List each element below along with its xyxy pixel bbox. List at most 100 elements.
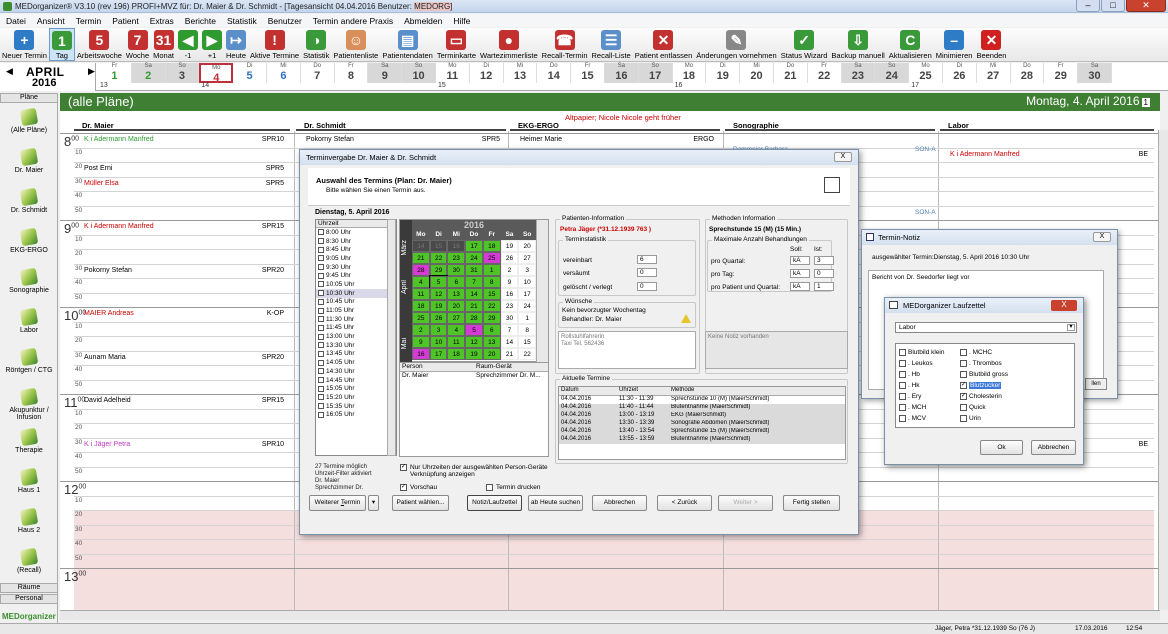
mini-calendar-day[interactable]: 1 [518,312,537,324]
patientenliste-button[interactable]: ☺ Patientenliste [331,28,380,61]
mini-calendar-day[interactable]: 17 [429,348,448,360]
mini-calendar-day[interactable]: 10 [429,336,448,348]
day-cell[interactable]: So 24 [875,63,910,83]
mini-calendar-day[interactable]: 15 [482,288,501,300]
lab-test-item[interactable]: ✓ Cholesterin [960,391,1008,402]
sidebar-item-labor[interactable]: Labor [0,307,58,334]
mini-calendar-day[interactable]: 29 [429,264,448,276]
statistik-button[interactable]: ◑ Statistik [301,28,331,61]
time-slot[interactable]: 15:35 Uhr [316,402,396,411]
lab-test-item[interactable]: Urin [960,413,1008,424]
mini-calendar-day[interactable]: 12 [465,336,483,348]
day-cell[interactable]: Mo 11 [436,63,470,83]
day-cell[interactable]: Mi 6 [267,63,301,83]
day-cell[interactable]: So 17 [638,63,673,83]
menu-item-termin[interactable]: Termin [70,14,107,27]
appointment[interactable]: Pokorny Stefan SPR20 [84,267,286,274]
day-cell[interactable]: Fr 15 [571,63,605,83]
day-cell[interactable]: Do 14 [537,63,572,83]
day-cell[interactable]: Di 19 [706,63,741,83]
time-slot[interactable]: 8:00 Uhr [316,228,396,237]
mini-calendar-scrollbar[interactable] [536,220,548,363]
menu-item-ansicht[interactable]: Ansicht [31,14,70,27]
mini-calendar-day[interactable]: 28 [412,264,430,276]
time-slot[interactable]: 14:30 Uhr [316,367,396,376]
mini-calendar-day[interactable]: 2 [500,264,519,276]
lab-slip-close-button[interactable]: X [1051,300,1077,311]
mini-calendar-day[interactable]: 21 [412,252,430,264]
preview-checkbox[interactable]: ✓ Vorschau [400,484,437,491]
terminkarte-button[interactable]: ▭ Terminkarte [435,28,478,61]
appointment[interactable]: K i Adermann Manfred BE [950,151,1150,158]
current-appointment-row[interactable]: 04.04.2016 13:40 - 13:54 Sprechstunde 15 (… [559,428,845,436]
menu-item-abmelden[interactable]: Abmelden [398,14,447,27]
mini-calendar-day[interactable]: 14 [500,336,519,348]
lab-test-item[interactable]: Blutbild gross [960,369,1008,380]
appointment[interactable]: K i Jäger Petra SPR10 [84,441,286,448]
choose-patient-button[interactable]: Patient wählen... [392,495,449,511]
time-slot[interactable]: 9:45 Uhr [316,271,396,280]
prev-month-icon[interactable]: ◀ [6,66,13,77]
appointment[interactable]: Heimer Marie ERGO [520,136,716,143]
woche-button[interactable]: 7 Woche [124,28,151,61]
day-cell[interactable]: Sa 9 [368,63,403,83]
mini-calendar-day[interactable]: 28 [465,312,483,324]
day-cell[interactable]: Mi 27 [977,63,1011,83]
menu-item-termin-andere-praxis[interactable]: Termin andere Praxis [307,14,398,27]
next-appointment-dropdown-icon[interactable]: ▾ [368,495,379,511]
beenden-button[interactable]: ✕ Beenden [974,28,1008,61]
appointment[interactable]: K i Adermann Manfred SPR15 [84,223,286,230]
menu-item-berichte[interactable]: Berichte [179,14,221,27]
day-cell[interactable]: Mo 4 [199,63,234,84]
appointment[interactable]: David Adelheid SPR15 [84,397,286,404]
mini-calendar-day[interactable]: 10 [518,276,537,288]
close-window-button[interactable]: ✕ [1126,0,1166,12]
mini-calendar-day[interactable]: 16 [412,348,430,360]
mini-calendar-day[interactable]: 22 [482,300,501,312]
menu-item-benutzer[interactable]: Benutzer [262,14,307,27]
current-appointment-row[interactable]: 04.04.2016 11:30 - 11:39 Sprechstunde 10 (… [559,396,845,404]
aktive-termine-button[interactable]: ! Aktive Termine [248,28,301,61]
mini-calendar-day[interactable]: 9 [412,336,430,348]
next-appointment-button[interactable]: Weiterer Termin [309,495,366,511]
time-slot[interactable]: 14:05 Uhr [316,358,396,367]
mini-calendar-day[interactable]: 20 [447,300,466,312]
day-cell[interactable]: Mi 13 [504,63,538,83]
person-row[interactable]: Dr. Maier Sprechzimmer Dr. M... [400,372,548,381]
mini-calendar-day[interactable]: 25 [412,312,430,324]
mini-calendar-day[interactable]: 29 [482,312,501,324]
time-slot[interactable]: 16:05 Uhr [316,410,396,419]
mini-calendar-day[interactable]: 22 [429,252,448,264]
mini-calendar-day[interactable]: 2 [412,324,430,336]
mini-calendar-day[interactable]: 5 [465,324,483,336]
mini-calendar-day[interactable]: 18 [482,240,501,252]
mini-calendar-day[interactable]: 24 [518,300,537,312]
mini-calendar-day[interactable]: 23 [500,300,519,312]
mini-calendar-day[interactable]: 6 [482,324,501,336]
minimize-window-button[interactable]: – [1076,0,1100,12]
mini-calendar-day[interactable]: 19 [429,300,448,312]
current-appointment-row[interactable]: 04.04.2016 11:40 - 11:44 Blutentnahme (Mai… [559,404,845,412]
recall-liste-button[interactable]: ☰ Recall-Liste [590,28,633,61]
note-close-button[interactable]: X [1093,232,1111,242]
menu-item-datei[interactable]: Datei [0,14,31,27]
note-hidden-button[interactable]: llen [1085,378,1107,390]
day-cell[interactable]: Fr 8 [335,63,369,83]
mini-calendar-day[interactable]: 20 [482,348,501,360]
lab-test-item[interactable]: ✓ Blutzucker [960,380,1008,391]
sidebar-item-haus-1[interactable]: Haus 1 [0,467,58,494]
sidebar-item-recall[interactable]: (Recall) [0,547,58,574]
mini-calendar-day[interactable]: 8 [518,324,537,336]
monat-button[interactable]: 31 Monat [151,28,176,61]
day-cell[interactable]: Do 7 [301,63,335,83]
mini-calendar-day[interactable]: 9 [500,276,519,288]
änderungen-vornehmen-button[interactable]: ✎ Änderungen vornehmen [694,28,778,61]
mini-calendar-day[interactable]: 4 [412,276,430,288]
appointment[interactable]: Post Erni SPR5 [84,165,286,172]
-1-button[interactable]: ▶ +1 [200,28,224,61]
sidebar-item-sonographie[interactable]: Sonographie [0,267,58,294]
sidebar-item-akupunktur-infusion[interactable]: Akupunktur / Infusion [0,387,58,421]
heute-button[interactable]: ↦ Heute [224,28,248,61]
next-month-icon[interactable]: ▶ [88,66,95,77]
current-appointment-row[interactable]: 04.04.2016 13:00 - 13:19 EKG (MaierSchmidt… [559,412,845,420]
